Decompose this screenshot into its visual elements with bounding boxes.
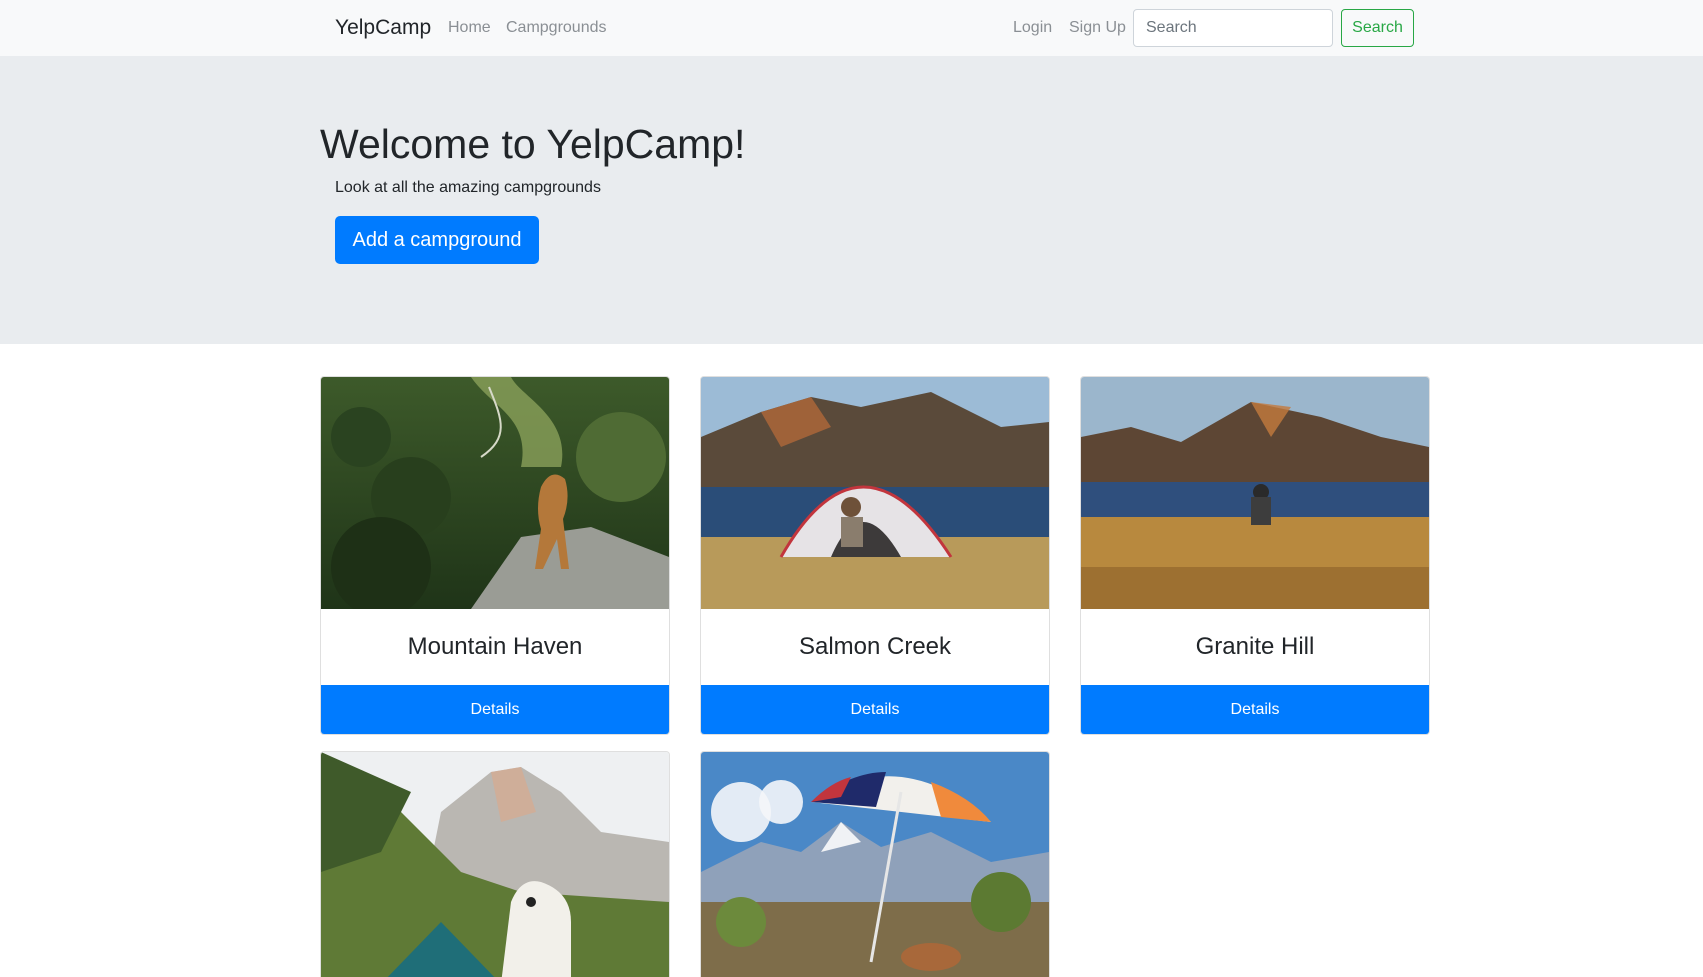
campground-name: Granite Hill	[1195, 633, 1315, 660]
jumbotron: Welcome to YelpCamp! Look at all the ama…	[0, 56, 1703, 344]
details-button[interactable]: Details	[1081, 685, 1429, 734]
login-link[interactable]: Login	[1013, 19, 1052, 37]
campground-image	[321, 377, 669, 609]
campground-card	[320, 751, 670, 977]
campground-image	[1081, 377, 1429, 609]
campground-card: Salmon Creek Details	[700, 376, 1050, 735]
nav-campgrounds-link[interactable]: Campgrounds	[506, 19, 607, 37]
campground-image	[321, 752, 669, 977]
brand-link[interactable]: YelpCamp	[335, 16, 431, 40]
details-button[interactable]: Details	[701, 685, 1049, 734]
campground-card: Mountain Haven Details	[320, 376, 670, 735]
lead-text: Look at all the amazing campgrounds	[335, 179, 601, 196]
campground-name: Mountain Haven	[407, 633, 583, 660]
page-title: Welcome to YelpCamp!	[320, 121, 746, 167]
campground-card: Granite Hill Details	[1080, 376, 1430, 735]
campground-name: Salmon Creek	[798, 633, 952, 660]
nav-home-link[interactable]: Home	[448, 19, 491, 37]
card-body: Salmon Creek	[701, 609, 1049, 685]
card-body: Mountain Haven	[321, 609, 669, 685]
navbar: YelpCamp Home Campgrounds Login Sign Up …	[0, 0, 1703, 56]
details-button[interactable]: Details	[321, 685, 669, 734]
campground-image	[701, 752, 1049, 977]
signup-link[interactable]: Sign Up	[1069, 19, 1126, 37]
campground-image	[701, 377, 1049, 609]
card-body: Granite Hill	[1081, 609, 1429, 685]
campground-card	[700, 751, 1050, 977]
search-button[interactable]: Search	[1341, 9, 1414, 47]
add-campground-button[interactable]: Add a campground	[335, 216, 539, 264]
search-input[interactable]	[1133, 9, 1333, 47]
